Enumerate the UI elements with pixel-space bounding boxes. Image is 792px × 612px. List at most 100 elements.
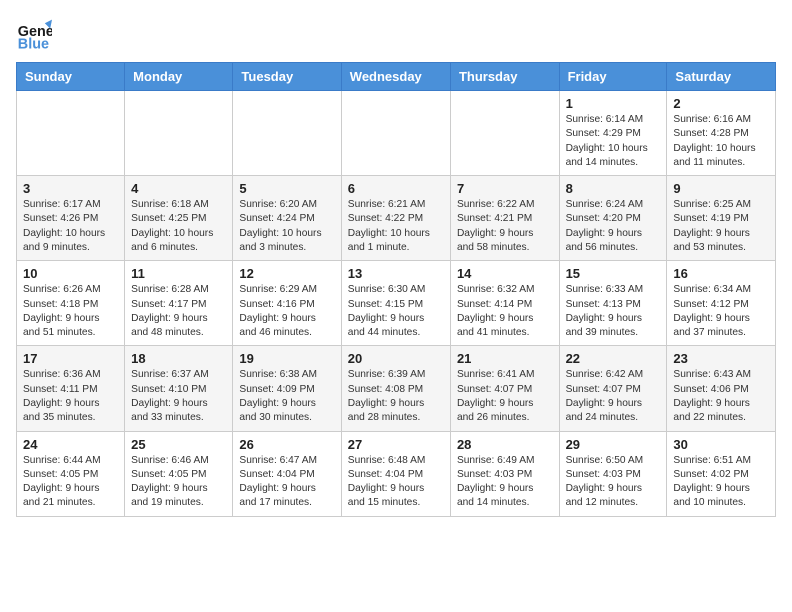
calendar-cell: 2Sunrise: 6:16 AM Sunset: 4:28 PM Daylig… <box>667 91 776 176</box>
day-info: Sunrise: 6:38 AM Sunset: 4:09 PM Dayligh… <box>239 368 334 425</box>
calendar-week-4: 17 Sunrise: 6:36 AM Sunset: 4:11 PM Dayli… <box>17 346 776 431</box>
day-info: Sunrise: 6:47 AM Sunset: 4:04 PM Dayligh… <box>239 454 334 511</box>
calendar-week-3: 10 Sunrise: 6:26 AM Sunset: 4:18 PM Dayli… <box>17 261 776 346</box>
calendar-cell <box>17 91 125 176</box>
calendar-cell: 26 Sunrise: 6:47 AM Sunset: 4:04 PM Dayli… <box>233 431 341 516</box>
day-number: 27 <box>348 437 444 452</box>
calendar-cell: 15 Sunrise: 6:33 AM Sunset: 4:13 PM Dayli… <box>559 261 667 346</box>
calendar-cell: 3Sunrise: 6:17 AM Sunset: 4:26 PM Daylig… <box>17 176 125 261</box>
calendar-cell: 28 Sunrise: 6:49 AM Sunset: 4:03 PM Dayli… <box>450 431 559 516</box>
day-header-saturday: Saturday <box>667 63 776 91</box>
calendar-week-5: 24 Sunrise: 6:44 AM Sunset: 4:05 PM Dayli… <box>17 431 776 516</box>
day-number: 16 <box>673 266 769 281</box>
calendar-cell: 7 Sunrise: 6:22 AM Sunset: 4:21 PM Daylig… <box>450 176 559 261</box>
day-info: Sunrise: 6:26 AM Sunset: 4:18 PM Dayligh… <box>23 283 118 340</box>
svg-text:Blue: Blue <box>18 36 49 52</box>
day-info: Sunrise: 6:44 AM Sunset: 4:05 PM Dayligh… <box>23 454 118 511</box>
day-number: 1 <box>566 96 661 111</box>
calendar-cell: 16 Sunrise: 6:34 AM Sunset: 4:12 PM Dayli… <box>667 261 776 346</box>
day-info: Sunrise: 6:29 AM Sunset: 4:16 PM Dayligh… <box>239 283 334 340</box>
calendar-cell: 21Sunrise: 6:41 AM Sunset: 4:07 PM Dayli… <box>450 346 559 431</box>
calendar-cell: 23 Sunrise: 6:43 AM Sunset: 4:06 PM Dayli… <box>667 346 776 431</box>
day-info: Sunrise: 6:36 AM Sunset: 4:11 PM Dayligh… <box>23 368 118 425</box>
day-number: 23 <box>673 351 769 366</box>
day-number: 19 <box>239 351 334 366</box>
calendar-cell: 19 Sunrise: 6:38 AM Sunset: 4:09 PM Dayli… <box>233 346 341 431</box>
day-header-thursday: Thursday <box>450 63 559 91</box>
calendar-cell: 20 Sunrise: 6:39 AM Sunset: 4:08 PM Dayli… <box>341 346 450 431</box>
calendar-cell: 24 Sunrise: 6:44 AM Sunset: 4:05 PM Dayli… <box>17 431 125 516</box>
day-header-wednesday: Wednesday <box>341 63 450 91</box>
day-number: 28 <box>457 437 553 452</box>
day-number: 17 <box>23 351 118 366</box>
day-number: 24 <box>23 437 118 452</box>
calendar-cell: 25Sunrise: 6:46 AM Sunset: 4:05 PM Dayli… <box>125 431 233 516</box>
day-number: 20 <box>348 351 444 366</box>
calendar-cell <box>341 91 450 176</box>
calendar-table: SundayMondayTuesdayWednesdayThursdayFrid… <box>16 62 776 517</box>
day-info: Sunrise: 6:34 AM Sunset: 4:12 PM Dayligh… <box>673 283 769 340</box>
calendar-cell: 17 Sunrise: 6:36 AM Sunset: 4:11 PM Dayli… <box>17 346 125 431</box>
calendar-cell: 1 Sunrise: 6:14 AM Sunset: 4:29 PM Daylig… <box>559 91 667 176</box>
calendar-cell <box>125 91 233 176</box>
calendar-cell <box>233 91 341 176</box>
calendar-week-1: 1 Sunrise: 6:14 AM Sunset: 4:29 PM Daylig… <box>17 91 776 176</box>
day-number: 21 <box>457 351 553 366</box>
page-header: General Blue <box>16 16 776 52</box>
calendar-cell: 10 Sunrise: 6:26 AM Sunset: 4:18 PM Dayli… <box>17 261 125 346</box>
calendar-cell: 14 Sunrise: 6:32 AM Sunset: 4:14 PM Dayli… <box>450 261 559 346</box>
day-info: Sunrise: 6:17 AM Sunset: 4:26 PM Dayligh… <box>23 198 118 255</box>
calendar-cell: 29Sunrise: 6:50 AM Sunset: 4:03 PM Dayli… <box>559 431 667 516</box>
day-number: 11 <box>131 266 226 281</box>
calendar-header-row: SundayMondayTuesdayWednesdayThursdayFrid… <box>17 63 776 91</box>
calendar-cell: 12 Sunrise: 6:29 AM Sunset: 4:16 PM Dayli… <box>233 261 341 346</box>
day-info: Sunrise: 6:49 AM Sunset: 4:03 PM Dayligh… <box>457 454 553 511</box>
calendar-cell: 18Sunrise: 6:37 AM Sunset: 4:10 PM Dayli… <box>125 346 233 431</box>
day-number: 10 <box>23 266 118 281</box>
day-info: Sunrise: 6:39 AM Sunset: 4:08 PM Dayligh… <box>348 368 444 425</box>
day-info: Sunrise: 6:14 AM Sunset: 4:29 PM Dayligh… <box>566 113 661 170</box>
day-number: 25 <box>131 437 226 452</box>
calendar-cell: 8 Sunrise: 6:24 AM Sunset: 4:20 PM Daylig… <box>559 176 667 261</box>
day-info: Sunrise: 6:37 AM Sunset: 4:10 PM Dayligh… <box>131 368 226 425</box>
day-number: 14 <box>457 266 553 281</box>
day-info: Sunrise: 6:22 AM Sunset: 4:21 PM Dayligh… <box>457 198 553 255</box>
day-info: Sunrise: 6:42 AM Sunset: 4:07 PM Dayligh… <box>566 368 661 425</box>
calendar-cell: 13 Sunrise: 6:30 AM Sunset: 4:15 PM Dayli… <box>341 261 450 346</box>
day-number: 12 <box>239 266 334 281</box>
day-info: Sunrise: 6:32 AM Sunset: 4:14 PM Dayligh… <box>457 283 553 340</box>
calendar-cell: 22 Sunrise: 6:42 AM Sunset: 4:07 PM Dayli… <box>559 346 667 431</box>
calendar-cell: 11Sunrise: 6:28 AM Sunset: 4:17 PM Dayli… <box>125 261 233 346</box>
day-number: 26 <box>239 437 334 452</box>
calendar-cell: 30Sunrise: 6:51 AM Sunset: 4:02 PM Dayli… <box>667 431 776 516</box>
day-number: 22 <box>566 351 661 366</box>
calendar-cell <box>450 91 559 176</box>
day-number: 4 <box>131 181 226 196</box>
day-info: Sunrise: 6:30 AM Sunset: 4:15 PM Dayligh… <box>348 283 444 340</box>
day-info: Sunrise: 6:48 AM Sunset: 4:04 PM Dayligh… <box>348 454 444 511</box>
day-info: Sunrise: 6:20 AM Sunset: 4:24 PM Dayligh… <box>239 198 334 255</box>
day-info: Sunrise: 6:50 AM Sunset: 4:03 PM Dayligh… <box>566 454 661 511</box>
day-number: 15 <box>566 266 661 281</box>
logo-icon: General Blue <box>16 16 52 52</box>
day-header-monday: Monday <box>125 63 233 91</box>
calendar-cell: 4 Sunrise: 6:18 AM Sunset: 4:25 PM Daylig… <box>125 176 233 261</box>
day-info: Sunrise: 6:25 AM Sunset: 4:19 PM Dayligh… <box>673 198 769 255</box>
day-number: 9 <box>673 181 769 196</box>
day-number: 8 <box>566 181 661 196</box>
day-header-sunday: Sunday <box>17 63 125 91</box>
calendar-cell: 27 Sunrise: 6:48 AM Sunset: 4:04 PM Dayli… <box>341 431 450 516</box>
day-info: Sunrise: 6:21 AM Sunset: 4:22 PM Dayligh… <box>348 198 444 255</box>
logo: General Blue <box>16 16 60 52</box>
day-info: Sunrise: 6:24 AM Sunset: 4:20 PM Dayligh… <box>566 198 661 255</box>
day-header-friday: Friday <box>559 63 667 91</box>
calendar-cell: 6Sunrise: 6:21 AM Sunset: 4:22 PM Daylig… <box>341 176 450 261</box>
day-info: Sunrise: 6:33 AM Sunset: 4:13 PM Dayligh… <box>566 283 661 340</box>
day-info: Sunrise: 6:43 AM Sunset: 4:06 PM Dayligh… <box>673 368 769 425</box>
calendar-cell: 9 Sunrise: 6:25 AM Sunset: 4:19 PM Daylig… <box>667 176 776 261</box>
day-number: 13 <box>348 266 444 281</box>
day-number: 2 <box>673 96 769 111</box>
day-info: Sunrise: 6:18 AM Sunset: 4:25 PM Dayligh… <box>131 198 226 255</box>
day-number: 7 <box>457 181 553 196</box>
day-number: 30 <box>673 437 769 452</box>
